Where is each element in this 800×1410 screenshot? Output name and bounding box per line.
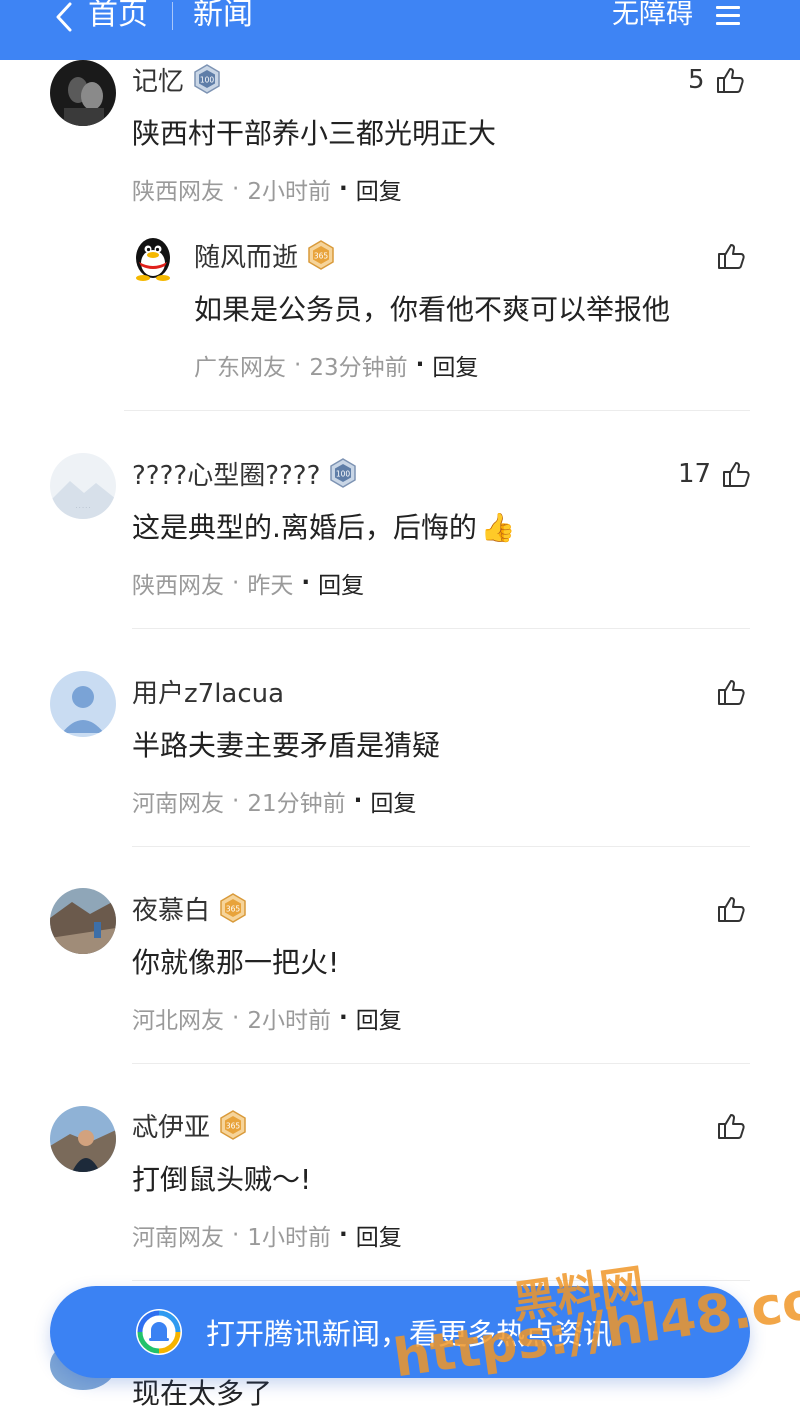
comment-text: 打倒鼠头贼～!	[132, 1163, 312, 1196]
thumbs-up-icon	[718, 680, 745, 705]
meta-separator: ·	[338, 1222, 348, 1248]
qq-penguin-icon	[136, 238, 170, 281]
user-region: 河北网友	[132, 1008, 224, 1034]
reply-button[interactable]: 回复	[370, 784, 416, 818]
reply-button[interactable]: 回复	[356, 1001, 402, 1035]
page-title: 新闻	[193, 0, 253, 32]
comment-time: 23分钟前	[309, 355, 408, 381]
meta-separator: ·	[232, 1222, 240, 1248]
reply-button[interactable]: 回复	[432, 348, 478, 382]
user-name[interactable]: 用户z7lacua	[132, 673, 284, 710]
user-region: 河南网友	[132, 1225, 224, 1251]
divider	[132, 628, 750, 629]
meta-separator: ·	[415, 352, 425, 378]
level-365-badge-icon: 365	[220, 1110, 246, 1140]
tencent-news-logo-icon	[136, 1309, 182, 1355]
meta-separator: ·	[338, 176, 348, 202]
level-100-badge-icon: 100	[194, 64, 220, 94]
divider	[132, 846, 750, 847]
comment-time: 昨天	[247, 573, 294, 599]
thumbs-up-icon	[718, 1114, 745, 1139]
divider	[132, 1063, 750, 1064]
header-divider	[172, 2, 173, 30]
thumbs-up-emoji-icon: 👍	[480, 511, 516, 544]
like-count: 17	[678, 459, 712, 489]
like-button[interactable]	[716, 238, 746, 274]
thumbs-up-icon	[723, 462, 750, 487]
comment-text: 半路夫妻主要矛盾是猜疑	[132, 729, 441, 762]
user-region: 陕西网友	[132, 573, 224, 599]
avatar[interactable]	[128, 232, 178, 282]
default-user-icon	[50, 671, 116, 737]
badge-label: 100	[336, 470, 351, 479]
meta-separator: ·	[232, 176, 240, 202]
comment-time: 2小时前	[247, 1008, 331, 1034]
avatar[interactable]	[50, 1106, 116, 1172]
user-name[interactable]: ????心型圈????	[132, 455, 320, 492]
badge-label: 365	[314, 252, 329, 261]
meta-separator: ·	[232, 788, 240, 814]
avatar[interactable]: · · · · ·	[50, 453, 116, 519]
like-button[interactable]	[716, 674, 746, 710]
avatar[interactable]	[50, 888, 116, 954]
chevron-left-icon	[56, 2, 72, 32]
level-365-badge-icon: 365	[308, 240, 334, 270]
meta-separator: ·	[353, 788, 363, 814]
accessibility-button[interactable]: 无障碍	[612, 0, 693, 32]
back-button[interactable]	[52, 0, 74, 34]
comment-text: 如果是公务员，你看他不爽可以举报他	[194, 293, 671, 326]
comment-text: 你就像那一把火!	[132, 946, 340, 979]
comment-text: 陕西村干部养小三都光明正大	[132, 117, 497, 150]
comment-time: 2小时前	[247, 179, 331, 205]
badge-label: 100	[200, 76, 215, 85]
comment-time: 1小时前	[247, 1225, 331, 1251]
badge-label: 365	[226, 1122, 241, 1131]
svg-text:· · · · ·: · · · · ·	[76, 505, 91, 511]
reply-button[interactable]: 回复	[318, 566, 364, 600]
user-name[interactable]: 夜慕白	[132, 890, 210, 927]
user-region: 广东网友	[194, 355, 286, 381]
like-button[interactable]	[716, 891, 746, 927]
user-region: 河南网友	[132, 791, 224, 817]
level-100-badge-icon: 100	[330, 458, 357, 488]
user-name[interactable]: 随风而逝	[194, 237, 298, 274]
meta-separator: ·	[301, 570, 311, 596]
meta-separator: ·	[232, 570, 240, 596]
divider	[132, 1280, 750, 1281]
level-365-badge-icon: 365	[220, 893, 246, 923]
user-region: 陕西网友	[132, 179, 224, 205]
like-count: 5	[688, 65, 705, 95]
back-label[interactable]: 首页	[88, 0, 148, 32]
meta-separator: ·	[338, 1005, 348, 1031]
badge-label: 365	[226, 905, 241, 914]
comment-text: 这是典型的.离婚后，后悔的 👍	[132, 506, 516, 546]
comment-text-content: 这是典型的.离婚后，后悔的	[132, 511, 477, 544]
user-name[interactable]: 忒伊亚	[132, 1107, 210, 1144]
avatar[interactable]	[50, 60, 116, 126]
user-name[interactable]: 记忆	[132, 61, 184, 98]
meta-separator: ·	[232, 1005, 240, 1031]
meta-separator: ·	[294, 352, 302, 378]
like-button[interactable]: 17	[678, 456, 751, 492]
like-button[interactable]	[716, 1108, 746, 1144]
avatar[interactable]	[50, 671, 116, 737]
top-nav-bar: 首页 新闻 无障碍	[0, 0, 800, 60]
reply-button[interactable]: 回复	[356, 1218, 402, 1252]
menu-icon[interactable]	[716, 4, 740, 26]
like-button[interactable]: 5	[688, 62, 745, 98]
thumbs-up-icon	[716, 68, 744, 93]
divider	[124, 410, 750, 411]
thumbs-up-icon	[718, 897, 745, 922]
comment-time: 21分钟前	[247, 791, 346, 817]
reply-button[interactable]: 回复	[356, 172, 402, 206]
thumbs-up-icon	[718, 244, 745, 269]
